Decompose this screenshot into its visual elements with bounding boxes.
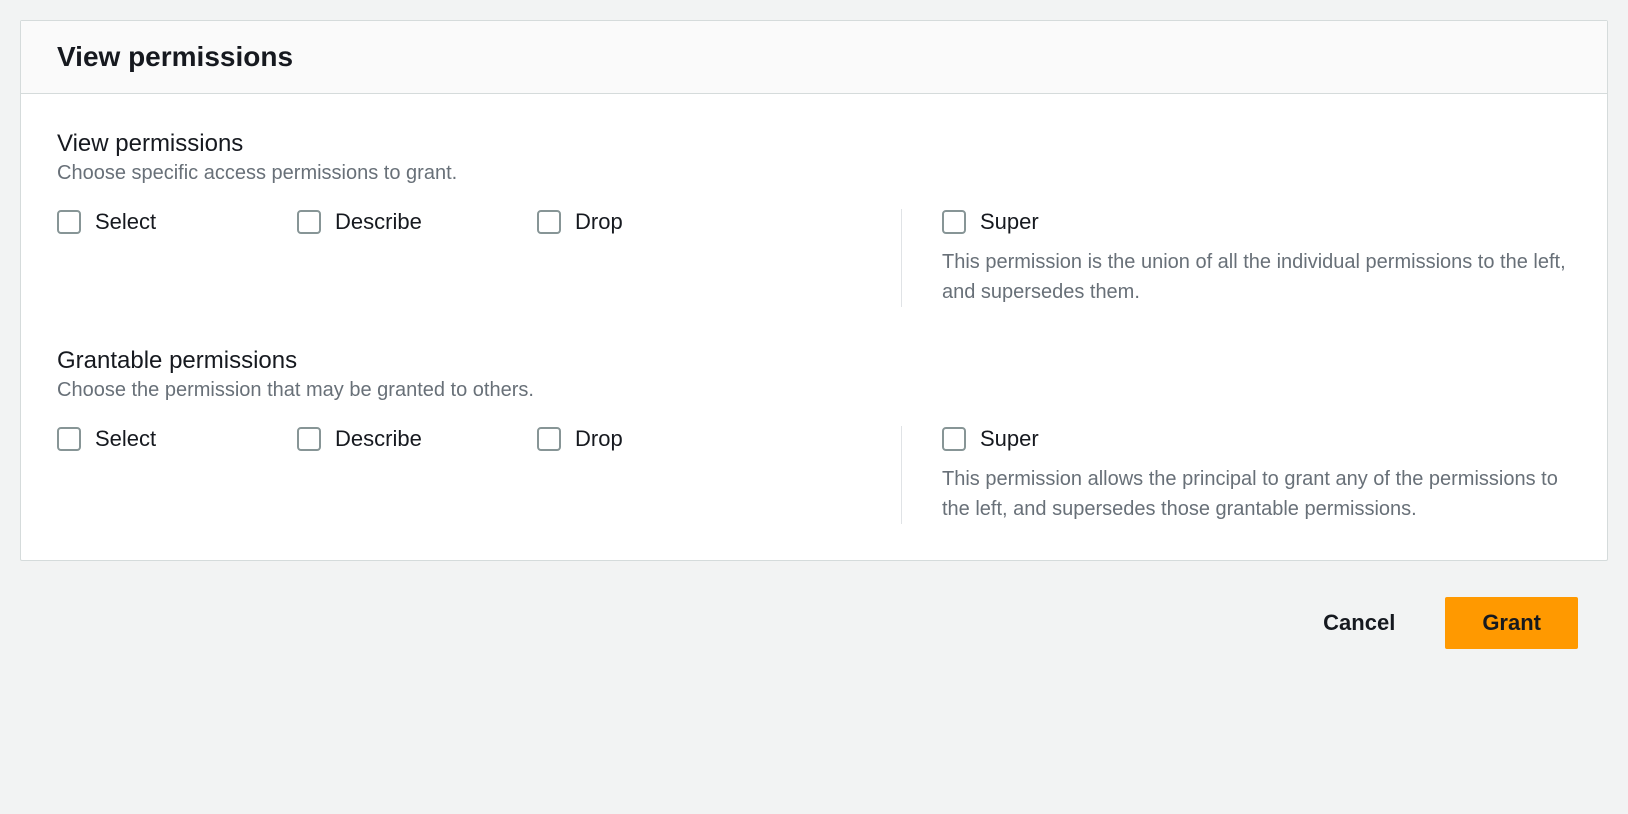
permission-super-group: Super This permission allows the princip… — [901, 426, 1571, 524]
permission-row: Select Describe Drop Super — [57, 209, 1571, 307]
panel-body: View permissions Choose specific access … — [21, 94, 1607, 560]
checkbox-view-drop[interactable] — [537, 210, 561, 234]
section-title: Grantable permissions — [57, 347, 1571, 375]
permission-item-describe: Describe — [297, 426, 537, 452]
checkbox-label[interactable]: Super — [980, 426, 1039, 452]
checkbox-grantable-super[interactable] — [942, 427, 966, 451]
permissions-panel: View permissions View permissions Choose… — [20, 20, 1608, 561]
permission-item-drop: Drop — [537, 426, 777, 452]
checkbox-view-super[interactable] — [942, 210, 966, 234]
permission-item-describe: Describe — [297, 209, 537, 235]
checkbox-label[interactable]: Drop — [575, 426, 623, 452]
permission-super-group: Super This permission is the union of al… — [901, 209, 1571, 307]
panel-title: View permissions — [57, 41, 1571, 73]
permission-item-select: Select — [57, 209, 297, 235]
checkbox-grantable-drop[interactable] — [537, 427, 561, 451]
checkbox-label[interactable]: Drop — [575, 209, 623, 235]
permission-item-super: Super — [942, 426, 1571, 452]
checkbox-label[interactable]: Describe — [335, 426, 422, 452]
panel-header: View permissions — [21, 21, 1607, 94]
grant-button[interactable]: Grant — [1445, 597, 1578, 649]
grantable-permissions-section: Grantable permissions Choose the permiss… — [57, 347, 1571, 524]
view-permissions-section: View permissions Choose specific access … — [57, 130, 1571, 307]
permission-item-super: Super — [942, 209, 1571, 235]
cancel-button[interactable]: Cancel — [1303, 600, 1415, 646]
permission-row: Select Describe Drop Super — [57, 426, 1571, 524]
checkbox-label[interactable]: Select — [95, 426, 156, 452]
footer: Cancel Grant — [20, 597, 1608, 649]
super-description: This permission is the union of all the … — [942, 247, 1571, 307]
section-description: Choose the permission that may be grante… — [57, 379, 1571, 402]
checkbox-view-describe[interactable] — [297, 210, 321, 234]
permission-item-drop: Drop — [537, 209, 777, 235]
super-description: This permission allows the principal to … — [942, 464, 1571, 524]
permission-left-group: Select Describe Drop — [57, 209, 901, 235]
section-title: View permissions — [57, 130, 1571, 158]
permission-item-select: Select — [57, 426, 297, 452]
checkbox-grantable-select[interactable] — [57, 427, 81, 451]
checkbox-view-select[interactable] — [57, 210, 81, 234]
section-description: Choose specific access permissions to gr… — [57, 162, 1571, 185]
checkbox-label[interactable]: Describe — [335, 209, 422, 235]
checkbox-label[interactable]: Select — [95, 209, 156, 235]
checkbox-grantable-describe[interactable] — [297, 427, 321, 451]
permission-left-group: Select Describe Drop — [57, 426, 901, 452]
checkbox-label[interactable]: Super — [980, 209, 1039, 235]
